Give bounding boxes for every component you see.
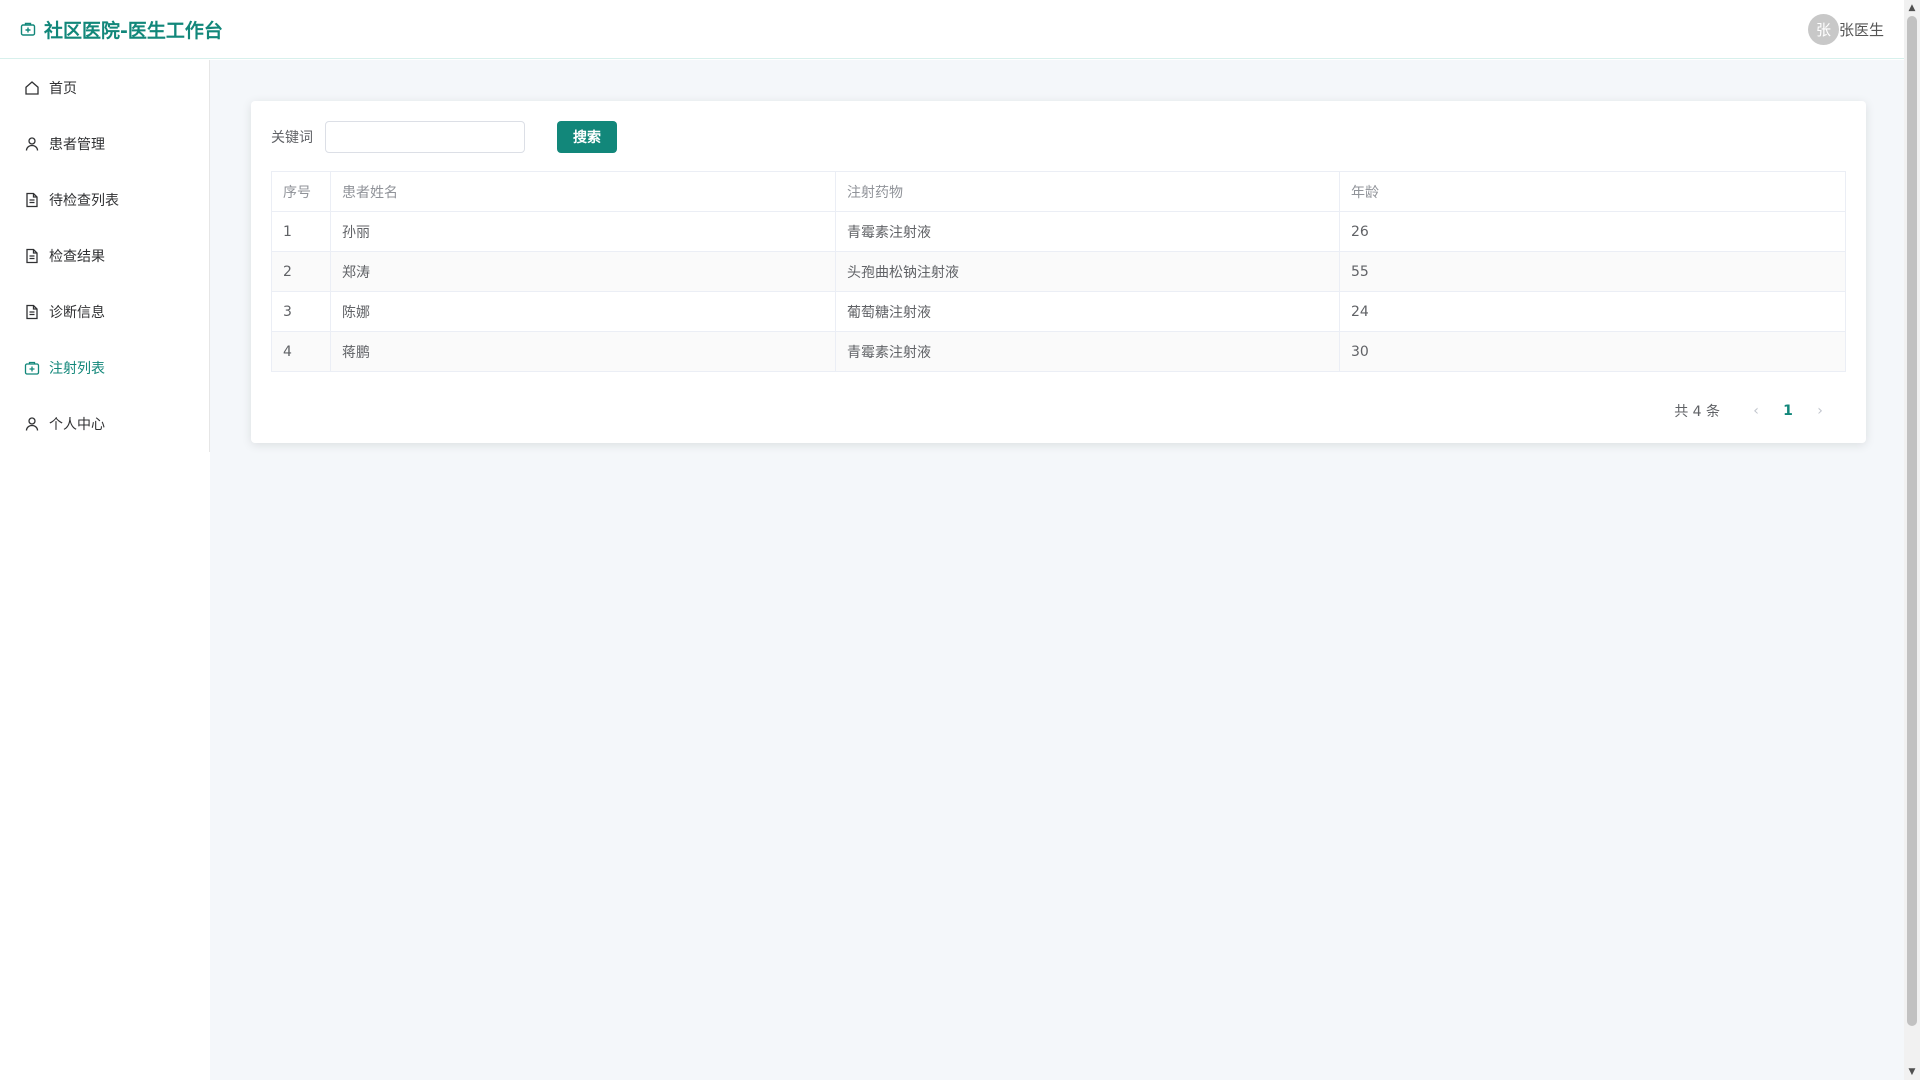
pagination-total: 共 4 条 [1674, 404, 1720, 420]
user-name[interactable]: 张医生 [1839, 19, 1884, 40]
sidebar-item-diagnosis[interactable]: 诊断信息 [0, 284, 209, 340]
user-icon [25, 137, 39, 151]
sidebar-item-check-results[interactable]: 检查结果 [0, 228, 209, 284]
user-menu[interactable]: 张 张医生 [1807, 13, 1884, 45]
search-button[interactable]: 搜索 [557, 121, 617, 153]
page-number-1[interactable]: 1 [1772, 403, 1804, 419]
sidebar: 首页 患者管理 待检查列表 检查结果 诊断信息 注射列表 个人中心 [0, 60, 210, 452]
pagination: 共 4 条 ‹ 1 › [1674, 399, 1836, 423]
cell-index: 2 [271, 251, 331, 292]
sidebar-item-home[interactable]: 首页 [0, 60, 209, 116]
sidebar-item-label: 诊断信息 [49, 305, 105, 321]
document-icon [26, 192, 38, 208]
sidebar-item-profile[interactable]: 个人中心 [0, 396, 209, 452]
sidebar-empty-area [0, 452, 210, 1044]
document-icon [26, 304, 38, 320]
app-title: 社区医院-医生工作台 [44, 19, 223, 42]
cell-patient-name: 郑涛 [330, 251, 836, 292]
home-icon [25, 81, 39, 95]
search-label: 关键词 [271, 130, 313, 146]
vertical-scrollbar[interactable]: ▲ ▼ [1904, 0, 1920, 1080]
table-header-row: 序号 患者姓名 注射药物 年龄 [271, 171, 1846, 212]
main-content: 关键词 搜索 序号 患者姓名 注射药物 年龄 1 孙丽 青霉素注射液 26 2 … [210, 60, 1904, 1080]
first-aid-kit-icon [20, 21, 36, 37]
sidebar-item-patients[interactable]: 患者管理 [0, 116, 209, 172]
cell-patient-name: 蒋鹏 [330, 331, 836, 372]
table-row[interactable]: 2 郑涛 头孢曲松钠注射液 55 [271, 251, 1846, 292]
first-aid-kit-icon [24, 361, 40, 375]
top-header: 社区医院-医生工作台 张 张医生 [0, 0, 1904, 59]
cell-age: 30 [1339, 331, 1846, 372]
column-header-drug[interactable]: 注射药物 [835, 171, 1340, 212]
user-icon [25, 417, 39, 431]
sidebar-item-label: 注射列表 [49, 361, 105, 377]
column-header-patient-name[interactable]: 患者姓名 [330, 171, 836, 212]
app-root: 社区医院-医生工作台 张 张医生 首页 患者管理 待检查列表 检查结果 诊断信息 [0, 0, 1920, 1080]
column-header-age[interactable]: 年龄 [1339, 171, 1846, 212]
cell-drug: 青霉素注射液 [835, 211, 1340, 252]
keyword-input[interactable] [325, 121, 525, 153]
column-header-index[interactable]: 序号 [271, 171, 331, 212]
brand: 社区医院-医生工作台 [20, 16, 223, 43]
cell-index: 4 [271, 331, 331, 372]
scrollbar-thumb[interactable] [1907, 16, 1917, 1026]
cell-drug: 葡萄糖注射液 [835, 291, 1340, 332]
cell-drug: 青霉素注射液 [835, 331, 1340, 372]
cell-patient-name: 陈娜 [330, 291, 836, 332]
sidebar-item-pending-checks[interactable]: 待检查列表 [0, 172, 209, 228]
cell-age: 26 [1339, 211, 1846, 252]
prev-page-button[interactable]: ‹ [1740, 403, 1772, 419]
cell-patient-name: 孙丽 [330, 211, 836, 252]
scroll-down-arrow-icon[interactable]: ▼ [1904, 1064, 1920, 1080]
cell-age: 24 [1339, 291, 1846, 332]
sidebar-item-label: 检查结果 [49, 249, 105, 265]
document-icon [26, 248, 38, 264]
injection-table: 序号 患者姓名 注射药物 年龄 1 孙丽 青霉素注射液 26 2 郑涛 头孢曲松… [271, 171, 1846, 372]
search-bar: 关键词 搜索 [271, 121, 617, 153]
sidebar-item-label: 患者管理 [49, 137, 105, 153]
sidebar-item-label: 个人中心 [49, 417, 105, 433]
table-row[interactable]: 1 孙丽 青霉素注射液 26 [271, 211, 1846, 252]
next-page-button[interactable]: › [1804, 403, 1836, 419]
scroll-up-arrow-icon[interactable]: ▲ [1904, 0, 1920, 16]
cell-index: 3 [271, 291, 331, 332]
injection-list-card: 关键词 搜索 序号 患者姓名 注射药物 年龄 1 孙丽 青霉素注射液 26 2 … [251, 101, 1866, 443]
table-row[interactable]: 4 蒋鹏 青霉素注射液 30 [271, 331, 1846, 372]
sidebar-item-label: 待检查列表 [49, 193, 119, 209]
cell-drug: 头孢曲松钠注射液 [835, 251, 1340, 292]
sidebar-item-label: 首页 [49, 81, 77, 97]
avatar[interactable]: 张 [1807, 13, 1839, 45]
table-row[interactable]: 3 陈娜 葡萄糖注射液 24 [271, 291, 1846, 332]
cell-index: 1 [271, 211, 331, 252]
sidebar-item-injections[interactable]: 注射列表 [0, 340, 209, 396]
cell-age: 55 [1339, 251, 1846, 292]
